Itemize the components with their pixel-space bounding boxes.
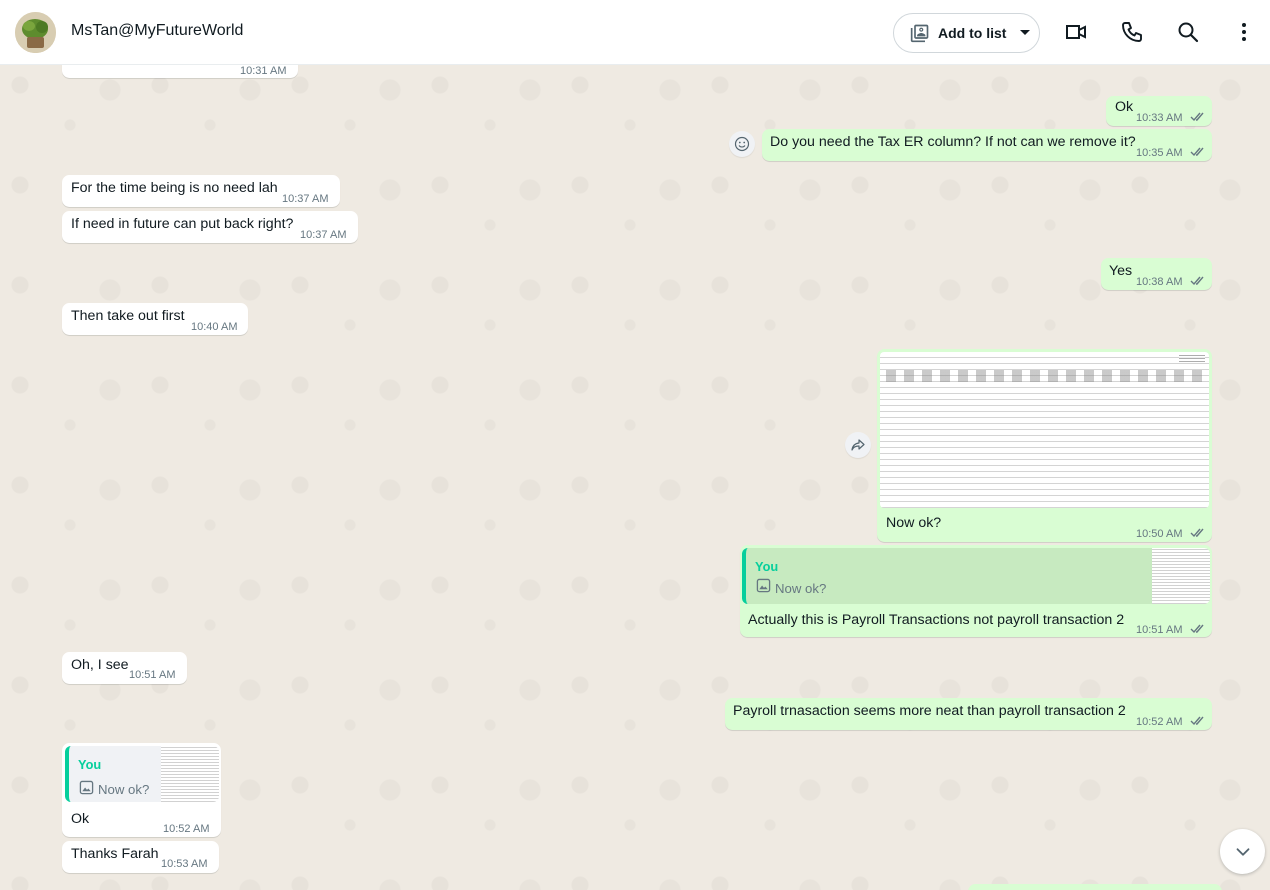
message-time: 10:37 AM bbox=[282, 193, 329, 205]
message-time: 10:37 AM bbox=[300, 229, 347, 241]
message-outgoing[interactable]: Ok 10:33 AM bbox=[1106, 96, 1212, 126]
menu-icon[interactable] bbox=[1232, 20, 1256, 44]
reply-message[interactable]: You Now ok? Ok 10:52 AM bbox=[62, 743, 221, 837]
message-text: Yes bbox=[1109, 263, 1133, 279]
read-ticks-icon bbox=[1190, 111, 1206, 122]
message-time: 10:52 AM bbox=[163, 823, 210, 835]
quoted-message[interactable]: You Now ok? bbox=[65, 746, 219, 802]
quote-text: Now ok? bbox=[98, 782, 150, 797]
message-text: Ok bbox=[1115, 99, 1134, 115]
message-text: Actually this is Payroll Transactions no… bbox=[748, 612, 1125, 628]
image-message[interactable]: Now ok? 10:50 AM bbox=[877, 349, 1212, 542]
read-ticks-icon bbox=[1190, 275, 1206, 286]
image-icon bbox=[756, 578, 771, 593]
read-ticks-icon bbox=[1190, 146, 1206, 157]
search-icon[interactable] bbox=[1176, 20, 1200, 44]
chevron-down-icon bbox=[1020, 30, 1031, 35]
read-ticks-icon bbox=[1190, 623, 1206, 634]
payroll-document-image[interactable] bbox=[880, 352, 1209, 508]
message-time: 10:53 AM bbox=[161, 858, 208, 870]
avatar[interactable] bbox=[15, 12, 56, 53]
message-time: 10:38 AM bbox=[1136, 276, 1183, 288]
add-to-list-label: Add to list bbox=[938, 25, 1007, 41]
message-time: 10:52 AM bbox=[1136, 716, 1183, 728]
message-time: 10:40 AM bbox=[191, 321, 238, 333]
read-ticks-icon bbox=[1190, 715, 1206, 726]
message-text: Thanks Farah bbox=[71, 846, 159, 862]
quoted-message[interactable]: You Now ok? bbox=[742, 548, 1210, 604]
message-text: Oh, I see bbox=[71, 657, 129, 673]
document-header-text bbox=[1179, 354, 1205, 362]
message-text: If need in future can put back right? bbox=[71, 216, 294, 232]
quote-text: Now ok? bbox=[775, 581, 827, 596]
emoji-icon[interactable] bbox=[729, 131, 755, 157]
document-column-headers bbox=[886, 370, 1203, 382]
message-time: 10:51 AM bbox=[129, 669, 176, 681]
message-outgoing[interactable]: Payroll trnasaction seems more neat than… bbox=[725, 698, 1212, 730]
reply-message[interactable]: You Now ok? Actually this is Payroll Tra… bbox=[740, 545, 1212, 637]
message-text: Do you need the Tax ER column? If not ca… bbox=[770, 134, 1136, 150]
message-text: For the time being is no need lah bbox=[71, 180, 278, 196]
contact-list-icon bbox=[910, 24, 929, 43]
video-call-icon[interactable] bbox=[1064, 20, 1088, 44]
message-text: Payroll trnasaction seems more neat than… bbox=[733, 703, 1126, 719]
quote-author: You bbox=[78, 757, 102, 772]
message-time: 10:35 AM bbox=[1136, 147, 1183, 159]
message-time: 10:33 AM bbox=[1136, 112, 1183, 124]
message-incoming[interactable]: For the time being is no need lah 10:37 … bbox=[62, 175, 340, 207]
message-outgoing[interactable]: Do you need the Tax ER column? If not ca… bbox=[762, 129, 1212, 161]
message-incoming[interactable]: If need in future can put back right? 10… bbox=[62, 211, 358, 243]
quote-author: You bbox=[755, 559, 779, 574]
message-text: Ok bbox=[71, 811, 90, 827]
message-time: 10:50 AM bbox=[1136, 528, 1183, 540]
image-caption: Now ok? bbox=[886, 515, 942, 531]
read-ticks-icon bbox=[1190, 527, 1206, 538]
chevron-down-icon bbox=[1236, 847, 1249, 856]
quote-thumbnail bbox=[1152, 548, 1210, 604]
message-incoming[interactable]: Thanks Farah 10:53 AM bbox=[62, 841, 219, 873]
add-to-list-button[interactable]: Add to list bbox=[893, 13, 1040, 53]
message-outgoing[interactable]: Yes 10:38 AM bbox=[1101, 258, 1212, 290]
message-outgoing[interactable] bbox=[968, 884, 1222, 890]
message-incoming[interactable]: Then take out first 10:40 AM bbox=[62, 303, 248, 335]
message-incoming[interactable]: Oh, I see 10:51 AM bbox=[62, 652, 187, 684]
quote-thumbnail bbox=[161, 746, 219, 802]
voice-call-icon[interactable] bbox=[1120, 20, 1144, 44]
chat-header: MsTan@MyFutureWorld Add to list bbox=[0, 0, 1270, 65]
scroll-to-bottom-button[interactable] bbox=[1220, 829, 1265, 874]
forward-icon[interactable] bbox=[845, 432, 871, 458]
contact-name[interactable]: MsTan@MyFutureWorld bbox=[71, 22, 243, 40]
message-text: Then take out first bbox=[71, 308, 185, 324]
image-icon bbox=[79, 780, 94, 795]
message-time: 10:51 AM bbox=[1136, 624, 1183, 636]
